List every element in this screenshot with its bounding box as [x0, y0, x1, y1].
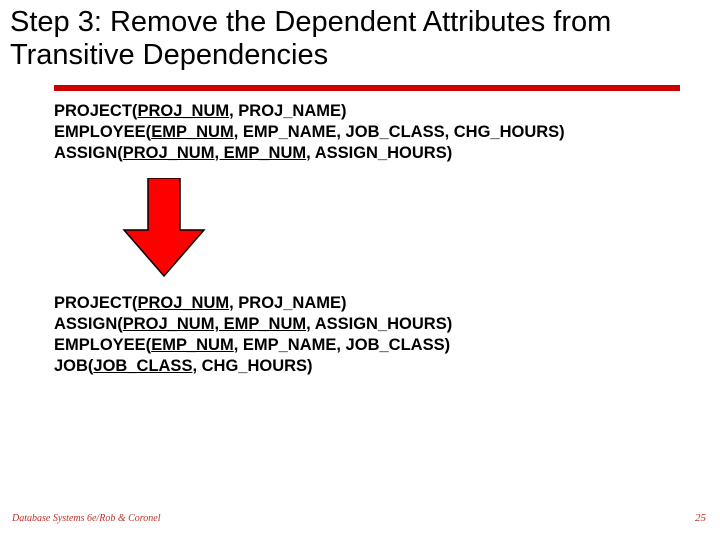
slide-title: Step 3: Remove the Dependent Attributes … [0, 0, 720, 81]
before-row-assign: ASSIGN(PROJ_NUM, EMP_NUM, ASSIGN_HOURS) [54, 143, 720, 164]
after-row-employee: EMPLOYEE(EMP_NUM, EMP_NAME, JOB_CLASS) [54, 335, 720, 356]
after-row-job: JOB(JOB_CLASS, CHG_HOURS) [54, 356, 720, 377]
before-block: PROJECT(PROJ_NUM, PROJ_NAME) EMPLOYEE(EM… [54, 101, 720, 164]
footer-source: Database Systems 6e/Rob & Coronel [12, 513, 161, 524]
relation-rest: , PROJ_NAME) [229, 294, 346, 312]
relation-key: PROJ_NUM, EMP_NUM [123, 144, 306, 162]
relation-name: PROJECT( [54, 102, 137, 120]
relation-name: EMPLOYEE( [54, 123, 151, 141]
relation-name: ASSIGN( [54, 144, 123, 162]
relation-name: EMPLOYEE( [54, 336, 151, 354]
down-arrow-icon [120, 178, 720, 283]
after-block: PROJECT(PROJ_NUM, PROJ_NAME) ASSIGN(PROJ… [54, 293, 720, 377]
before-row-project: PROJECT(PROJ_NUM, PROJ_NAME) [54, 101, 720, 122]
relation-name: JOB( [54, 357, 93, 375]
relation-key: EMP_NUM [151, 336, 234, 354]
relation-key: EMP_NUM [151, 123, 234, 141]
relation-name: PROJECT( [54, 294, 137, 312]
slide-number: 25 [695, 512, 706, 524]
relation-rest: , ASSIGN_HOURS) [306, 144, 452, 162]
title-underline [54, 85, 680, 91]
relation-key: JOB_CLASS [93, 357, 192, 375]
relation-rest: , ASSIGN_HOURS) [306, 315, 452, 333]
before-row-employee: EMPLOYEE(EMP_NUM, EMP_NAME, JOB_CLASS, C… [54, 122, 720, 143]
relation-rest: , CHG_HOURS) [192, 357, 312, 375]
relation-rest: , PROJ_NAME) [229, 102, 346, 120]
relation-key: PROJ_NUM [137, 294, 229, 312]
relation-key: PROJ_NUM, EMP_NUM [123, 315, 306, 333]
relation-key: PROJ_NUM [137, 102, 229, 120]
relation-rest: , EMP_NAME, JOB_CLASS) [234, 336, 450, 354]
relation-name: ASSIGN( [54, 315, 123, 333]
after-row-project: PROJECT(PROJ_NUM, PROJ_NAME) [54, 293, 720, 314]
relation-rest: , EMP_NAME, JOB_CLASS, CHG_HOURS) [234, 123, 565, 141]
after-row-assign: ASSIGN(PROJ_NUM, EMP_NUM, ASSIGN_HOURS) [54, 314, 720, 335]
